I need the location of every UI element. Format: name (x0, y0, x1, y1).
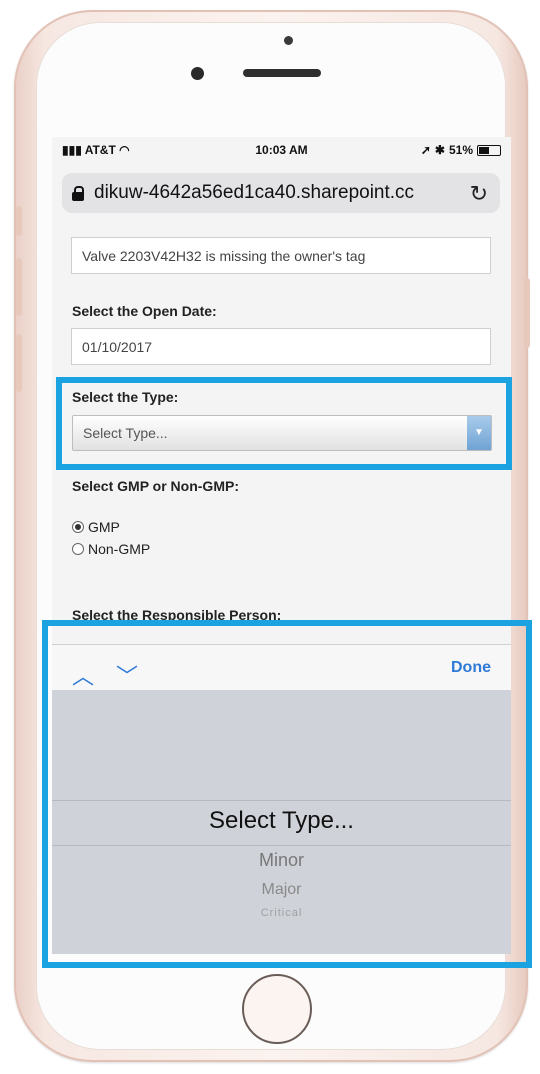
picker-highlight-box (42, 620, 532, 968)
status-right: ➚ ✱ 51% (421, 143, 501, 157)
reload-icon[interactable]: ↻ (470, 181, 488, 207)
proximity-sensor (284, 36, 293, 45)
description-field[interactable]: Valve 2203V42H32 is missing the owner's … (71, 237, 491, 274)
radio-non-gmp[interactable] (72, 543, 84, 555)
battery-percent: 51% (448, 143, 473, 157)
radio-gmp[interactable] (72, 521, 84, 533)
gmp-label: Select GMP or Non-GMP: (72, 478, 239, 494)
bluetooth-icon: ✱ (434, 143, 445, 157)
volume-up-button (16, 258, 22, 316)
lock-icon (72, 185, 84, 201)
earpiece-speaker (243, 69, 321, 77)
address-bar[interactable]: dikuw-4642a56ed1ca40.sharepoint.cc ↻ (62, 173, 500, 213)
battery-icon (477, 144, 501, 156)
open-date-label: Select the Open Date: (72, 303, 217, 319)
home-button[interactable] (242, 974, 312, 1044)
location-icon: ➚ (420, 143, 431, 157)
front-camera (191, 67, 204, 80)
type-highlight-box (56, 377, 512, 470)
volume-down-button (16, 334, 22, 392)
open-date-field[interactable]: 01/10/2017 (71, 328, 491, 365)
gmp-option[interactable]: GMP (72, 519, 120, 535)
url-text[interactable]: dikuw-4642a56ed1ca40.sharepoint.cc (94, 182, 474, 204)
non-gmp-option-label: Non-GMP (88, 541, 151, 557)
gmp-option-label: GMP (88, 519, 120, 535)
power-button (524, 278, 530, 348)
battery-fill (479, 146, 490, 154)
silent-switch (16, 206, 22, 236)
status-bar: ▮▮▮ AT&T ◠ 10:03 AM ➚ ✱ 51% (52, 137, 511, 161)
non-gmp-option[interactable]: Non-GMP (72, 541, 150, 557)
